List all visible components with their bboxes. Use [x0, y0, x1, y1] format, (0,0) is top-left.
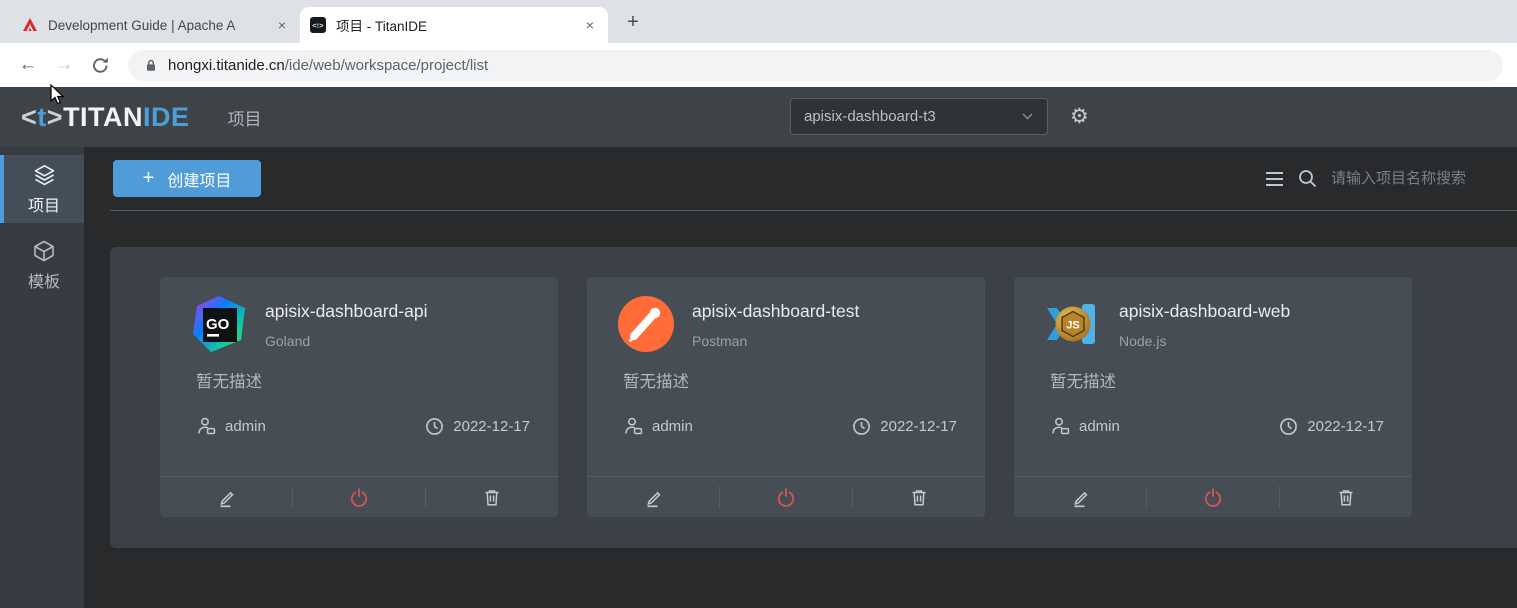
goland-icon: GO [190, 295, 248, 353]
delete-project-button[interactable] [426, 477, 558, 517]
edit-icon [643, 487, 664, 508]
clock-icon [852, 417, 871, 436]
tab-titanide-projects[interactable]: <t> 项目 - TitanIDE × [300, 7, 608, 43]
titanide-logo: <t>TITANIDE [21, 102, 190, 133]
delete-project-button[interactable] [1280, 477, 1412, 517]
power-icon [776, 487, 796, 507]
power-icon [1203, 487, 1223, 507]
chevron-down-icon [1021, 112, 1034, 121]
sidebar-item-label: 模板 [28, 268, 60, 292]
edit-icon [1070, 487, 1091, 508]
project-owner: admin [652, 418, 693, 435]
project-date: 2022-12-17 [453, 418, 530, 435]
project-card[interactable]: JS apisix-dashboard-web Node.js 暂无描述 adm… [1014, 277, 1412, 517]
new-tab-button[interactable]: + [618, 7, 648, 37]
project-tool: Goland [265, 333, 427, 349]
workspace-select[interactable]: apisix-dashboard-t3 [790, 98, 1048, 135]
svg-text:JS: JS [1066, 320, 1079, 332]
card-actions [587, 476, 985, 517]
create-project-button[interactable]: + 创建项目 [113, 160, 261, 197]
project-description: 暂无描述 [1050, 368, 1384, 392]
nodejs-icon: JS [1044, 295, 1102, 353]
lock-icon [144, 58, 158, 73]
gear-icon[interactable]: ⚙ [1070, 106, 1089, 127]
sidebar-item-projects[interactable]: 项目 [0, 155, 84, 223]
project-description: 暂无描述 [196, 368, 530, 392]
card-actions [160, 476, 558, 517]
plus-icon: + [143, 167, 155, 190]
user-icon [196, 416, 216, 436]
edit-project-button[interactable] [587, 477, 719, 517]
user-icon [623, 416, 643, 436]
app-header: <t>TITANIDE 项目 apisix-dashboard-t3 ⚙ [0, 87, 1517, 147]
power-icon [349, 487, 369, 507]
project-name: apisix-dashboard-web [1119, 301, 1290, 322]
edit-project-button[interactable] [160, 477, 292, 517]
list-view-icon[interactable] [1265, 171, 1284, 187]
svg-text:GO: GO [206, 316, 230, 333]
user-icon [1050, 416, 1070, 436]
clock-icon [1279, 417, 1298, 436]
forward-button[interactable]: → [46, 47, 82, 83]
sidebar: 项目 模板 [0, 147, 84, 608]
trash-icon [909, 487, 929, 507]
browser-url-row: ← → hongxi.titanide.cn/ide/web/workspace… [0, 43, 1517, 87]
search-input[interactable] [1331, 170, 1503, 187]
page-title: 项目 [228, 105, 262, 130]
edit-icon [216, 487, 237, 508]
power-project-button[interactable] [1147, 477, 1279, 517]
projects-toolbar: + 创建项目 [84, 147, 1517, 210]
postman-icon [617, 295, 675, 353]
trash-icon [1336, 487, 1356, 507]
project-owner: admin [1079, 418, 1120, 435]
project-date: 2022-12-17 [880, 418, 957, 435]
back-button[interactable]: ← [10, 47, 46, 83]
card-actions [1014, 476, 1412, 517]
sidebar-item-label: 项目 [28, 192, 60, 216]
edit-project-button[interactable] [1014, 477, 1146, 517]
project-name: apisix-dashboard-test [692, 301, 859, 322]
project-tool: Node.js [1119, 333, 1290, 349]
close-icon[interactable]: × [580, 15, 600, 35]
apisix-favicon-icon [22, 17, 38, 33]
close-icon[interactable]: × [272, 15, 292, 35]
tab-apisix-docs[interactable]: Development Guide | Apache A × [12, 7, 300, 43]
cube-icon [32, 239, 56, 263]
project-card[interactable]: apisix-dashboard-test Postman 暂无描述 admin… [587, 277, 985, 517]
power-project-button[interactable] [293, 477, 425, 517]
project-tool: Postman [692, 333, 859, 349]
project-card[interactable]: GO apisix-dashboard-api Goland 暂无描述 admi… [160, 277, 558, 517]
titanide-favicon-icon: <t> [310, 17, 326, 33]
tab-title: Development Guide | Apache A [48, 18, 272, 33]
project-name: apisix-dashboard-api [265, 301, 427, 322]
sidebar-item-templates[interactable]: 模板 [0, 231, 84, 299]
mouse-cursor [50, 84, 65, 105]
project-date: 2022-12-17 [1307, 418, 1384, 435]
browser-tab-bar: Development Guide | Apache A × <t> 项目 - … [0, 0, 1517, 43]
url-text: hongxi.titanide.cn/ide/web/workspace/pro… [168, 57, 488, 74]
main-area: + 创建项目 GO [84, 147, 1517, 608]
url-omnibox[interactable]: hongxi.titanide.cn/ide/web/workspace/pro… [128, 50, 1503, 81]
project-description: 暂无描述 [623, 368, 957, 392]
layers-icon [32, 163, 57, 187]
clock-icon [425, 417, 444, 436]
power-project-button[interactable] [720, 477, 852, 517]
tab-title: 项目 - TitanIDE [336, 15, 580, 35]
delete-project-button[interactable] [853, 477, 985, 517]
projects-panel: GO apisix-dashboard-api Goland 暂无描述 admi… [110, 247, 1517, 548]
search-icon[interactable] [1298, 169, 1317, 188]
reload-button[interactable] [82, 47, 118, 83]
project-owner: admin [225, 418, 266, 435]
trash-icon [482, 487, 502, 507]
